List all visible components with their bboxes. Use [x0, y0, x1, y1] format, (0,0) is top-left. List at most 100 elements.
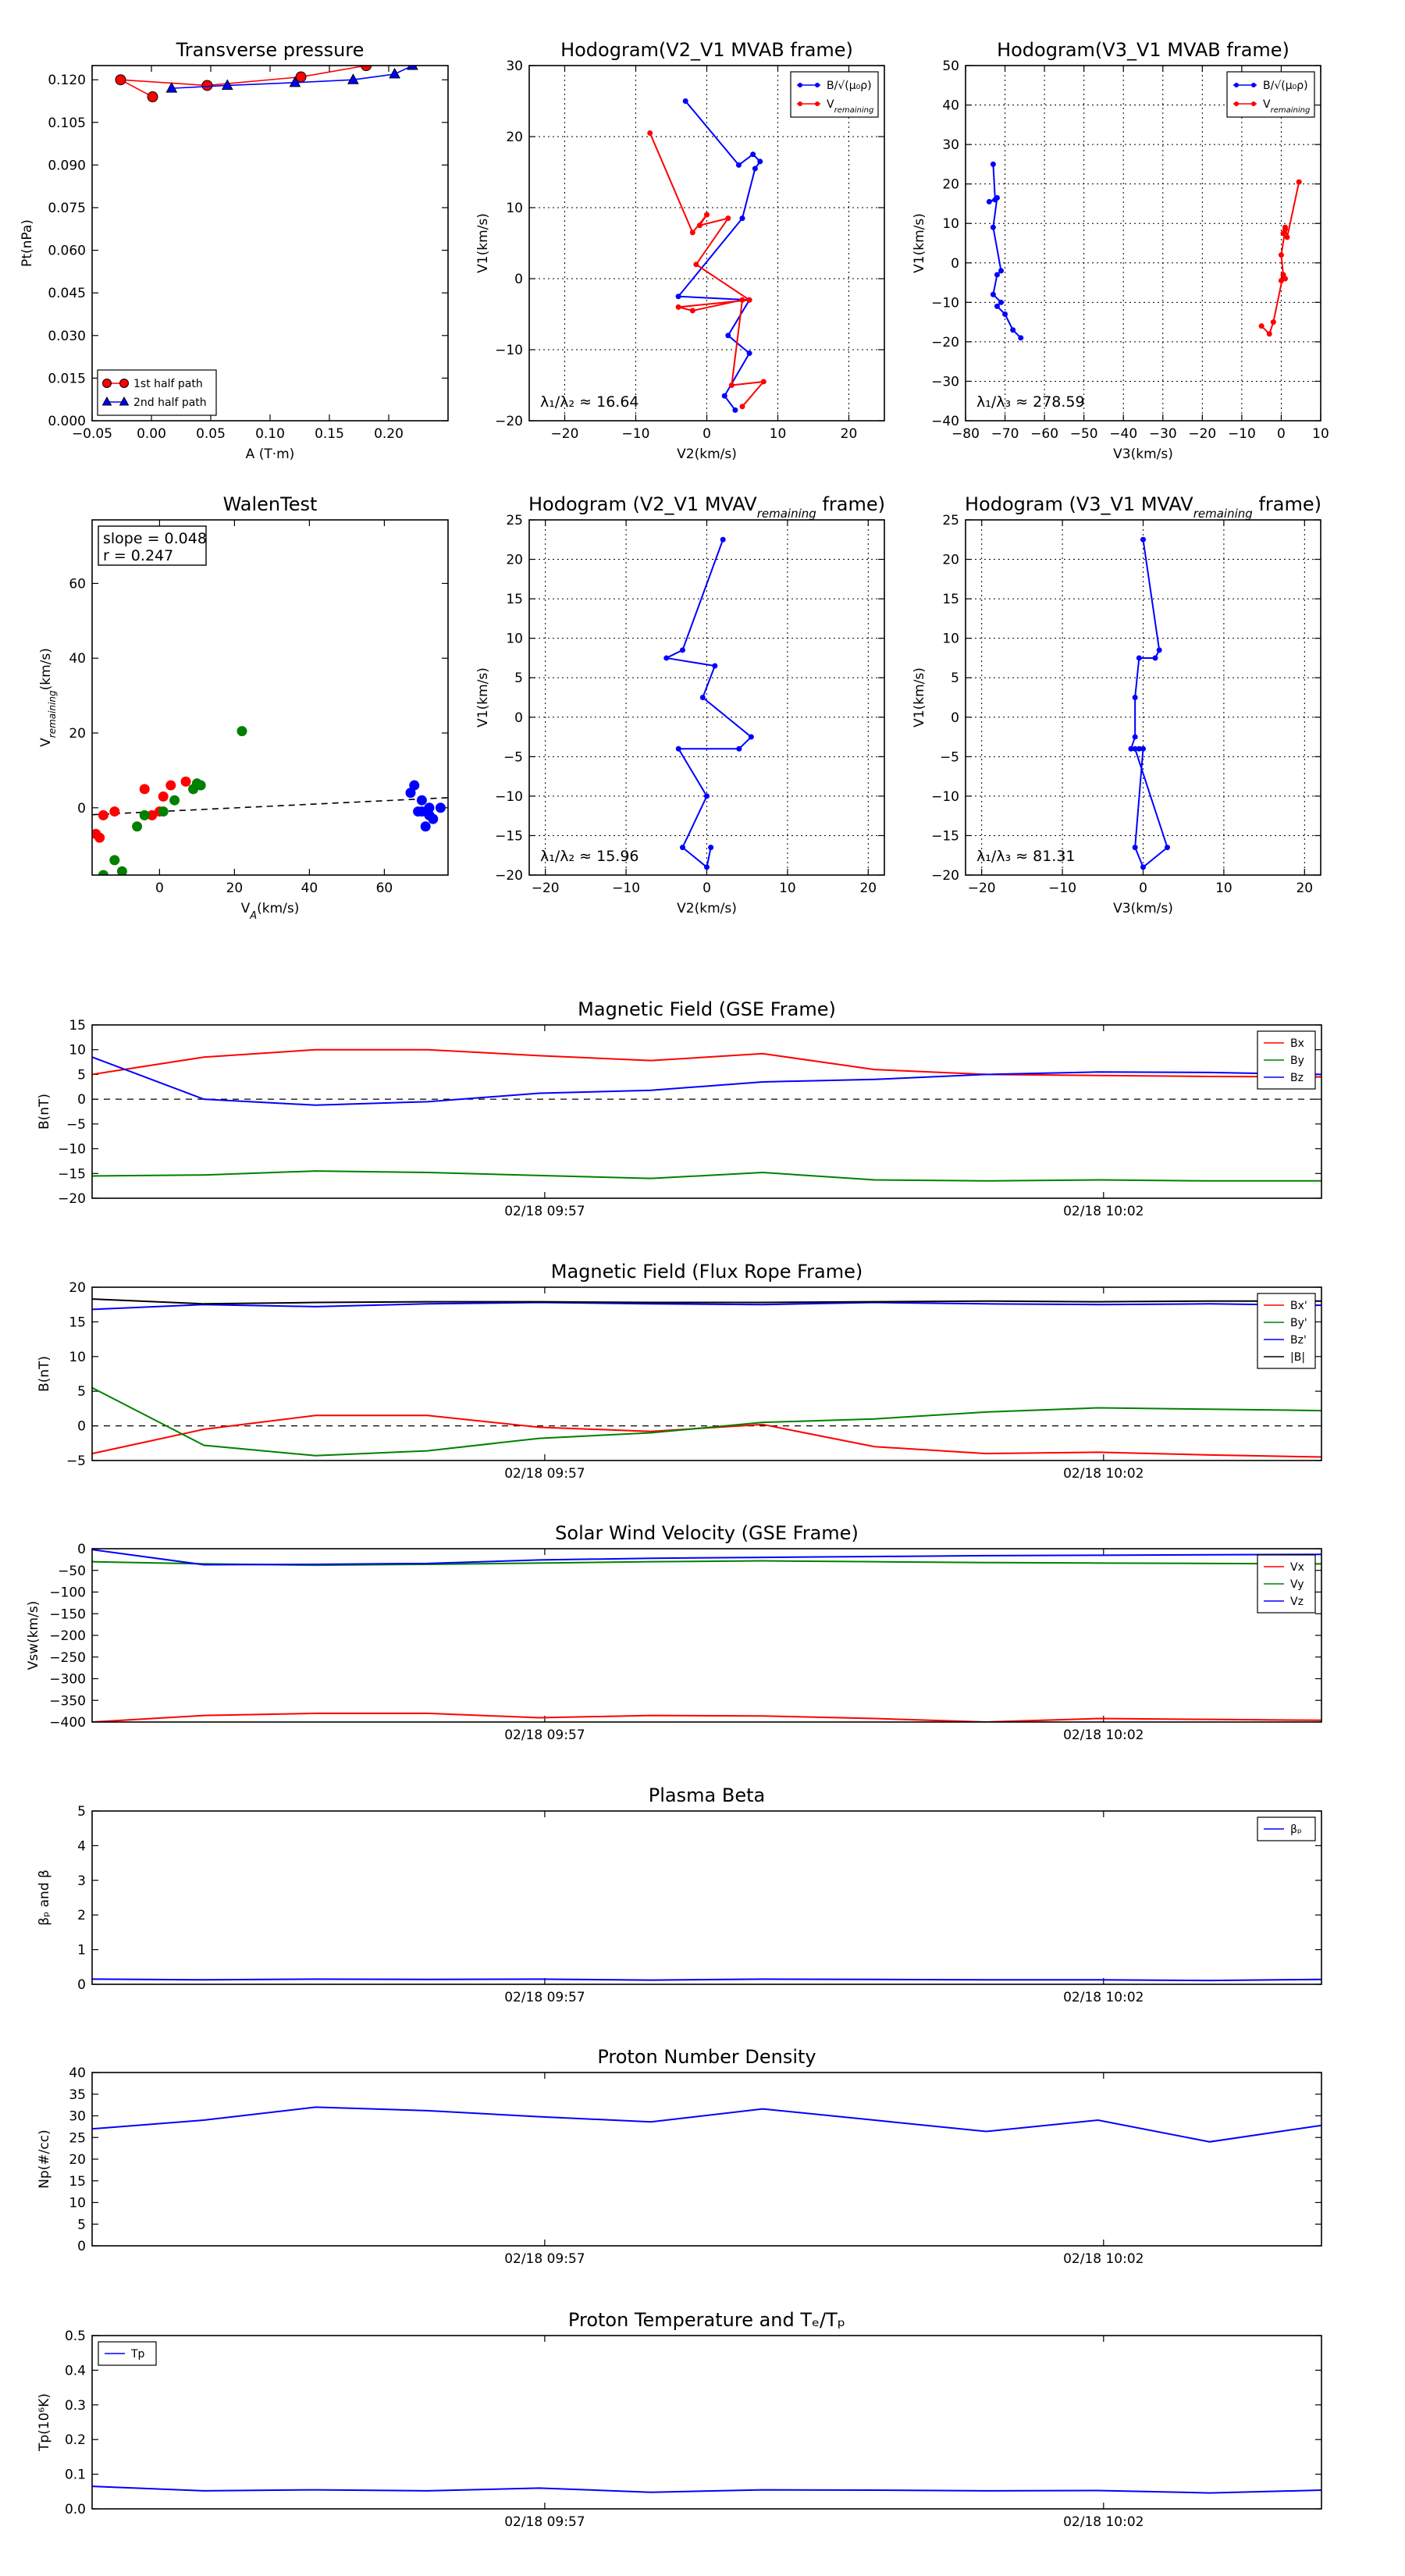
- chart-title-text: WalenTest: [223, 493, 318, 515]
- plot-area: [92, 1298, 1321, 1458]
- y-tick-label: 5: [77, 1067, 86, 1083]
- plot-frame: [91, 2335, 1322, 2510]
- y-tick-label: 40: [69, 2065, 86, 2081]
- data-point: [748, 734, 754, 740]
- legend-label: Bx': [1290, 1300, 1307, 1312]
- data-point: [1278, 278, 1284, 284]
- chart-mag_gse: −20 −15 −10 −5 0 5 10 15 02/18 09:57 02/18 10:02 B…: [37, 1018, 1322, 1219]
- y-tick-label: 60: [69, 576, 86, 592]
- series-0: [92, 776, 191, 843]
- legend-label: By': [1290, 1317, 1307, 1329]
- x-tick-label: 0: [702, 881, 711, 896]
- y-tick-label: 5: [77, 2217, 86, 2233]
- y-tick-label: 15: [69, 1315, 86, 1330]
- series-line: [663, 539, 752, 869]
- x-tick-label: −20: [551, 426, 579, 442]
- ratio-annotation: λ₁/λ₂ ≈ 16.64: [540, 393, 639, 411]
- series-0: [663, 536, 754, 870]
- y-tick-label: 0.030: [48, 329, 86, 344]
- legend-label: |B|: [1290, 1351, 1305, 1364]
- y-tick-label: 0.4: [65, 2363, 86, 2379]
- data-point: [990, 291, 996, 297]
- x-tick-label: −40: [1109, 426, 1137, 442]
- ratio-annotation: λ₁/λ₂ ≈ 15.96: [540, 848, 639, 865]
- y-tick-label: 15: [506, 592, 523, 607]
- legend-marker: [102, 379, 112, 388]
- data-point: [139, 809, 150, 820]
- data-point: [699, 695, 706, 700]
- legend-label: By: [1290, 1055, 1304, 1067]
- data-point: [158, 791, 169, 802]
- y-tick-label: −300: [49, 1672, 86, 1688]
- y-tick-label: 0: [514, 710, 523, 726]
- chart-title-text: Hodogram(V2_V1 MVAB frame): [560, 39, 853, 61]
- x-axis-label: A (T·m): [246, 447, 295, 462]
- chart-title: Hodogram (V2_V1 MVAVremaining frame): [528, 493, 885, 521]
- stats-line: slope = 0.048: [103, 530, 207, 547]
- y-axis-label: Tp(10⁶K): [37, 2393, 52, 2452]
- data-point: [1284, 234, 1290, 240]
- plot-frame: [965, 65, 1321, 422]
- x-axis-label: V2(km/s): [677, 447, 737, 462]
- data-point: [990, 224, 996, 230]
- y-tick-label: 30: [942, 137, 959, 153]
- chart-title: Magnetic Field (Flux Rope Frame): [551, 1261, 863, 1283]
- ratio-annotation: λ₁/λ₃ ≈ 81.31: [976, 848, 1076, 865]
- data-point: [132, 821, 143, 832]
- y-tick-label: 10: [69, 1043, 86, 1059]
- data-point: [237, 726, 247, 737]
- x-tick-label: 0: [1277, 426, 1286, 442]
- data-point: [679, 845, 685, 851]
- y-tick-label: 0: [77, 1977, 86, 1993]
- chart-title: Hodogram(V2_V1 MVAB frame): [560, 39, 853, 61]
- legend: 1st half path 2nd half path: [97, 369, 217, 416]
- y-tick-label: 0.5: [65, 2329, 86, 2344]
- x-tick-label: 0.20: [374, 426, 404, 442]
- y-tick-label: 40: [69, 651, 86, 667]
- legend-label: 1st half path: [133, 378, 203, 390]
- data-point: [1002, 311, 1008, 317]
- y-tick-label: 50: [942, 59, 959, 74]
- legend-label: Vz: [1290, 1596, 1304, 1608]
- chart-np: 0 5 10 15 20 25 30 35 40 02/18 09:57 02/18 10:02 Np…: [37, 2065, 1322, 2267]
- y-tick-label: −15: [58, 1166, 86, 1182]
- data-point: [1156, 647, 1162, 653]
- legend: B/√(μ₀ρ)Vremaining: [790, 71, 879, 118]
- chart-hodo_v2_mvab: −20 −10 0 10 20 −20 −10 0 10 20 30 V2(km/s) V1(km/s)…: [475, 59, 885, 462]
- legend: Vx Vy Vz: [1257, 1554, 1316, 1614]
- data-point: [739, 404, 745, 410]
- x-tick-label: −20: [532, 881, 560, 896]
- data-point: [696, 222, 702, 229]
- x-tick-label: −10: [1048, 881, 1076, 896]
- data-point: [139, 784, 150, 795]
- x-tick-label: −10: [622, 426, 650, 442]
- data-point: [682, 98, 688, 104]
- data-point: [739, 215, 745, 222]
- chart-title-text: Solar Wind Velocity (GSE Frame): [555, 1522, 859, 1544]
- data-point: [1010, 327, 1016, 333]
- x-tick-label: 20: [226, 881, 244, 896]
- y-tick-label: 5: [514, 671, 523, 686]
- y-axis-label: B(nT): [37, 1094, 52, 1130]
- x-tick-label: 0: [155, 881, 164, 896]
- x-tick-label: 02/18 10:02: [1063, 1204, 1144, 1219]
- data-point: [708, 845, 714, 851]
- x-tick-label: 02/18 10:02: [1063, 1990, 1144, 2005]
- legend-label: Tp: [130, 2348, 145, 2361]
- y-axis-label: V1(km/s): [475, 213, 491, 273]
- legend-label: Bz: [1290, 1072, 1304, 1084]
- x-axis-label: VA(km/s): [241, 901, 300, 922]
- plot-area: [92, 1048, 1321, 1182]
- series-line-0: [92, 1978, 1321, 1982]
- series-2: [405, 780, 446, 832]
- data-point: [1282, 226, 1288, 233]
- stats-line: r = 0.247: [103, 547, 173, 564]
- x-tick-label: 10: [1215, 881, 1232, 896]
- y-axis-label: Pt(nPa): [20, 219, 35, 267]
- data-point: [195, 780, 206, 791]
- y-tick-label: −15: [931, 828, 959, 844]
- x-tick-label: 20: [841, 426, 858, 442]
- data-point: [94, 832, 105, 843]
- x-tick-label: 0.05: [196, 426, 226, 442]
- legend: Bx By Bz: [1257, 1030, 1316, 1090]
